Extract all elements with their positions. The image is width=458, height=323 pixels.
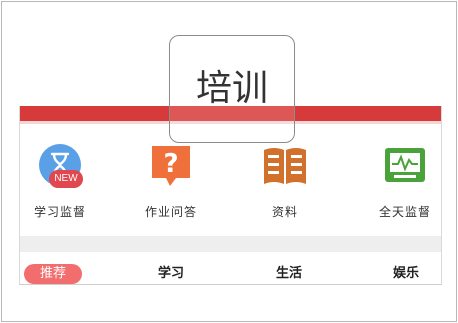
question-icon: ?: [148, 142, 194, 188]
monitor-icon: [382, 142, 428, 188]
menu-item-study-supervision[interactable]: NEW 学习监督: [20, 142, 110, 228]
menu-item-materials[interactable]: 资料: [235, 142, 335, 228]
menu-label: 全天监督: [378, 205, 431, 219]
tab-recommended[interactable]: 推荐: [24, 264, 82, 284]
screenshot-frame: NEW 学习监督 ? 作业问答 资料 全天监督 推荐 学习 生活 娱乐 培训: [1, 1, 457, 322]
overlay-title: 培训: [195, 68, 268, 109]
tab-life[interactable]: 生活: [259, 264, 319, 284]
menu-label: 学习监督: [33, 205, 86, 219]
menu-item-homework-qa[interactable]: ? 作业问答: [121, 142, 221, 228]
title-overlay-box: 培训: [169, 35, 295, 143]
menu-label: 资料: [271, 205, 298, 219]
menu-label: 作业问答: [144, 205, 197, 219]
menu-item-allday-supervision[interactable]: 全天监督: [355, 142, 441, 228]
tab-entertainment[interactable]: 娱乐: [376, 264, 436, 284]
category-tabs: 推荐 学习 生活 娱乐: [20, 264, 441, 284]
new-badge: NEW: [49, 170, 83, 188]
book-icon: [262, 142, 308, 188]
tab-study[interactable]: 学习: [141, 264, 201, 284]
svg-text:?: ?: [163, 149, 178, 179]
section-divider: [20, 236, 441, 252]
